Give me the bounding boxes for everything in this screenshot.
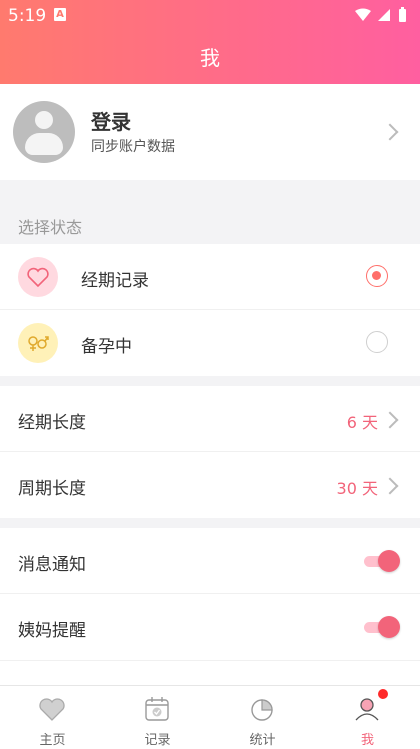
setting-label: 周期长度 — [18, 479, 86, 499]
chevron-right-icon — [381, 477, 399, 495]
state-option-label: 备孕中 — [81, 337, 132, 357]
tab-label: 主页 — [39, 733, 66, 748]
setting-cycle-length[interactable]: 周期长度 30 天 — [0, 452, 420, 518]
system-icons — [354, 7, 410, 27]
heart-icon — [18, 257, 58, 297]
setting-label: 经期长度 — [18, 413, 86, 433]
tab-label: 记录 — [144, 733, 171, 748]
state-option-label: 经期记录 — [81, 271, 149, 291]
profile-login-row[interactable]: 登录 同步账户数据 — [0, 84, 420, 180]
tab-records[interactable]: 记录 — [105, 686, 210, 749]
status-bar: 5:19 A — [0, 0, 420, 30]
app-header: 5:19 A 我 — [0, 0, 420, 84]
section-label-state: 选择状态 — [18, 218, 83, 237]
toggle-row-notifications: 消息通知 — [0, 528, 420, 594]
setting-value: 6 天 — [346, 413, 378, 432]
page-title: 我 — [200, 46, 220, 70]
state-option-period[interactable]: 经期记录 — [0, 244, 420, 310]
signal-icon — [378, 9, 390, 21]
wifi-icon — [355, 8, 371, 21]
chevron-right-icon — [381, 411, 399, 429]
state-option-conceive[interactable]: 备孕中 — [0, 310, 420, 376]
chevron-right-icon — [381, 123, 399, 141]
status-time: 5:19 — [8, 6, 47, 26]
setting-value: 30 天 — [336, 479, 378, 498]
user-icon — [355, 698, 379, 721]
pie-chart-icon — [251, 699, 273, 721]
notification-dot — [378, 689, 388, 699]
period-reminder-toggle[interactable] — [364, 616, 400, 638]
radio-selected[interactable] — [366, 265, 388, 287]
login-title: 登录 — [91, 110, 131, 134]
bottom-tab-bar: 主页 记录 统计 我 — [0, 685, 420, 749]
login-subtitle: 同步账户数据 — [91, 139, 175, 155]
setting-period-length[interactable]: 经期长度 6 天 — [0, 386, 420, 452]
gender-icon — [18, 323, 58, 363]
tab-label: 统计 — [249, 733, 276, 748]
battery-icon — [399, 9, 406, 22]
notification-toggle[interactable] — [364, 550, 400, 572]
radio-unselected[interactable] — [366, 331, 388, 353]
avatar — [13, 101, 75, 163]
heart-tab-icon — [39, 698, 65, 721]
toggle-label: 消息通知 — [18, 555, 86, 575]
tab-label: 我 — [360, 733, 374, 748]
calendar-icon — [145, 697, 169, 721]
notification-icon: A — [54, 8, 66, 21]
tab-home[interactable]: 主页 — [0, 686, 105, 749]
tab-me[interactable]: 我 — [315, 686, 420, 749]
toggle-label: 姨妈提醒 — [18, 621, 86, 641]
tab-statistics[interactable]: 统计 — [210, 686, 315, 749]
toggle-row-period-reminder: 姨妈提醒 — [0, 594, 420, 686]
